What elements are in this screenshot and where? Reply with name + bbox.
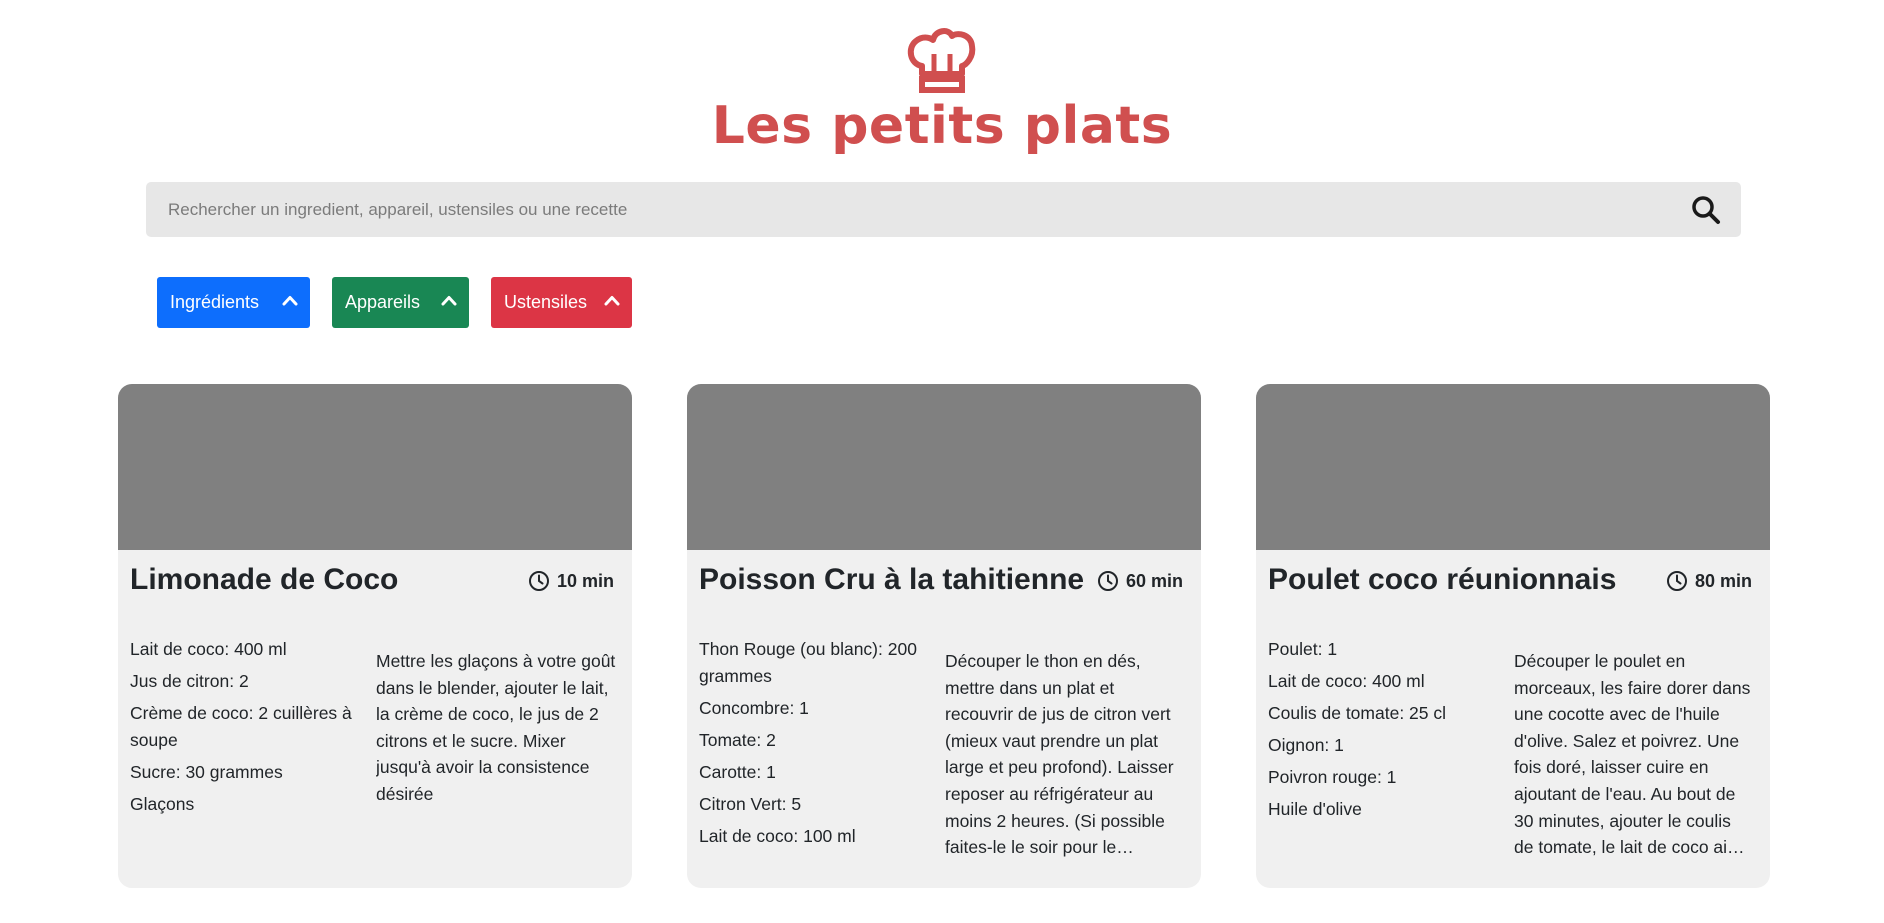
recipe-time: 60 min [1097,570,1183,592]
filter-appliances-button[interactable]: Appareils [332,277,469,328]
recipe-card[interactable]: Poulet coco réunionnais 80 min Poulet: 1… [1256,384,1770,888]
ingredient-item: Tomate: 2 [699,729,776,750]
site-header: Les petits plats [0,22,1884,156]
ingredient-item: Coulis de tomate: 25 cl [1268,703,1447,723]
filter-utensils-button[interactable]: Ustensiles [491,277,632,328]
recipe-time-value: 60 min [1125,571,1183,591]
recipe-image [1256,384,1770,550]
recipe-time: 10 min [528,570,614,592]
chevron-up-icon [441,296,457,306]
filter-ingredients-button[interactable]: Ingrédients [157,277,310,328]
ingredient-item: Lait de coco: 400 ml [130,639,287,659]
recipe-time: 80 min [1666,570,1752,592]
chef-hat-icon [907,28,976,93]
recipe-time-value: 80 min [1694,571,1752,591]
ingredient-item: Poulet: 1 [1268,639,1338,659]
ingredient-item: Carotte: 1 [699,761,776,782]
ingredient-item: Oignon: 1 [1268,735,1344,755]
site-title: Les petits plats [711,96,1173,156]
filter-label: Appareils [345,292,421,312]
clock-icon [1097,571,1118,591]
chevron-up-icon [604,296,620,306]
search-icon [1692,195,1720,224]
recipe-description: Découper le thon en dés, mettre dans un … [945,651,1174,858]
recipe-description: Découper le poulet en morceaux, les fair… [1514,651,1751,858]
ingredient-item: Concombre: 1 [699,697,809,718]
ingredient-item: Citron Vert: 5 [699,793,802,814]
ingredient-list: Poulet: 1 Lait de coco: 400 ml Coulis de… [1268,636,1500,828]
recipe-image [118,384,632,550]
ingredient-item: Crème de coco: 2 cuillères à soupe [130,703,352,750]
recipe-image [687,384,1201,550]
search-button[interactable] [1671,182,1741,237]
recipe-description: Mettre les glaçons à votre goût dans le … [376,651,616,804]
ingredient-item: Sucre: 30 grammes [130,761,283,782]
ingredient-item: Thon Rouge (ou blanc): 200 grammes [699,639,917,686]
ingredient-list: Thon Rouge (ou blanc): 200 grammes Conco… [699,636,931,855]
ingredient-item: Jus de citron: 2 [130,671,249,691]
recipe-card[interactable]: Limonade de Coco 10 min Lait de coco: 40… [118,384,632,888]
ingredient-list: Lait de coco: 400 ml Jus de citron: 2 Cr… [130,636,362,823]
recipe-title: Poulet coco réunionnais [1268,563,1617,596]
ingredient-item: Huile d'olive [1268,799,1362,819]
ingredient-item: Lait de coco: 100 ml [699,825,856,846]
filter-label: Ustensiles [504,292,588,312]
clock-icon [1666,571,1687,591]
ingredient-item: Glaçons [130,793,195,814]
ingredient-item: Lait de coco: 400 ml [1268,671,1425,691]
search-input[interactable] [146,182,1671,237]
ingredient-item: Poivron rouge: 1 [1268,767,1397,787]
recipe-title: Limonade de Coco [130,563,399,596]
recipe-time-value: 10 min [556,571,614,591]
chevron-up-icon [282,296,298,306]
recipe-card[interactable]: Poisson Cru à la tahitienne 60 min Thon … [687,384,1201,888]
clock-icon [528,571,549,591]
recipe-title: Poisson Cru à la tahitienne [699,563,1085,596]
search-bar [146,182,1741,237]
filter-label: Ingrédients [170,292,260,312]
